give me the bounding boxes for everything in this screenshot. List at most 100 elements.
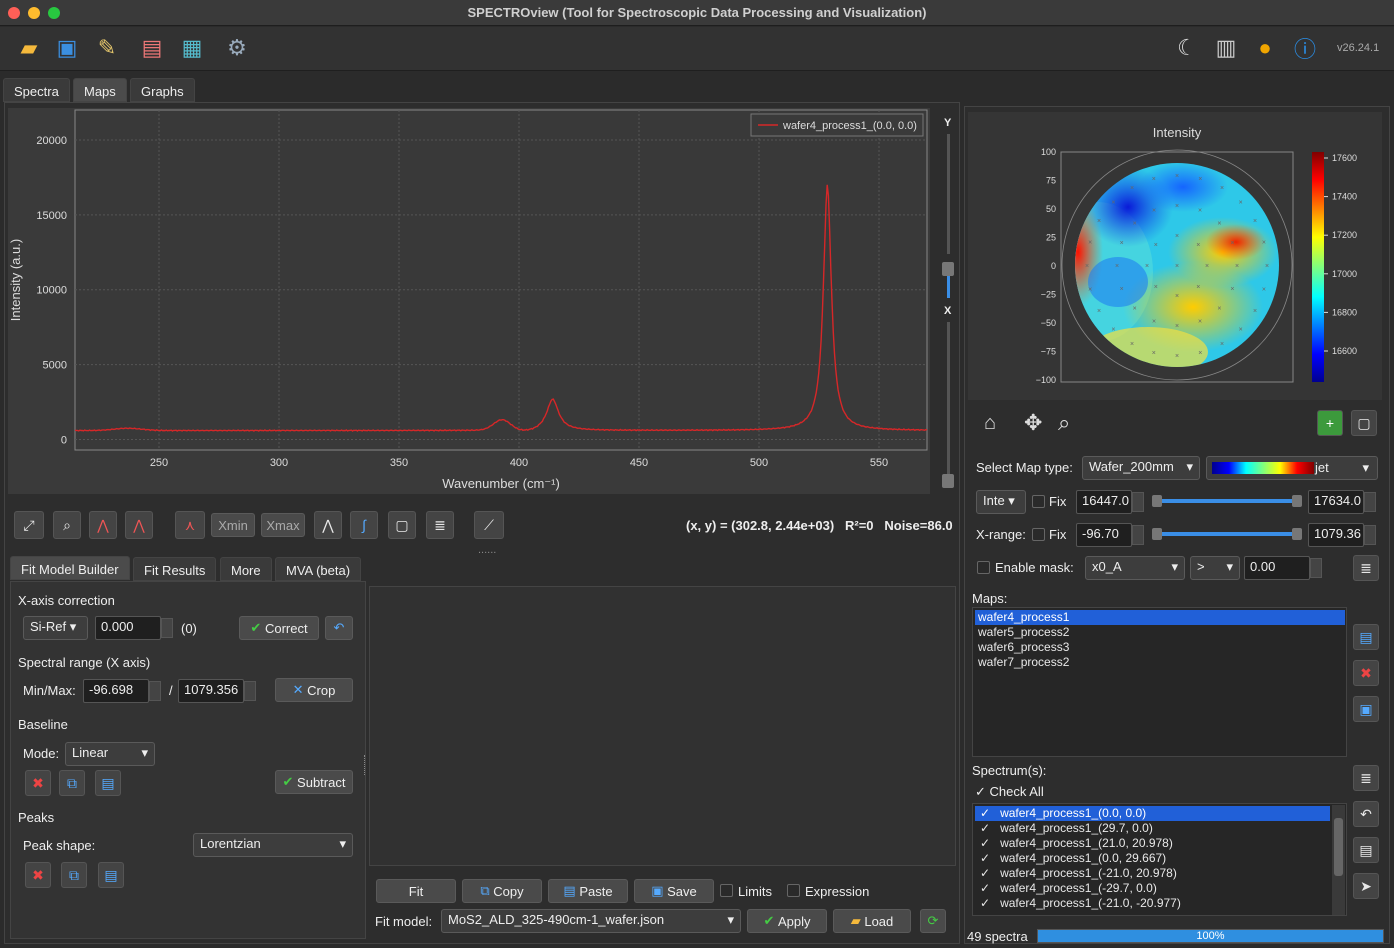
tab-more[interactable]: More [220,557,272,581]
tab-fit-model-builder[interactable]: Fit Model Builder [10,556,130,580]
vmax-input[interactable]: 17634.0 [1308,490,1364,514]
save-map-icon[interactable]: ▣ [1353,696,1379,722]
spectrum-row[interactable]: ✓ wafer4_process1_(-21.0, -20.977) [980,896,1181,910]
derivative-icon[interactable]: ∫ [350,511,378,539]
range-max-input[interactable]: 1079.356 [178,679,244,703]
paste-peaks-icon[interactable]: ▤ [98,862,124,888]
view-map-icon[interactable]: ▤ [1353,624,1379,650]
send-icon[interactable]: ➤ [1353,873,1379,899]
xrange-min-input[interactable]: -96.70 [1076,523,1132,547]
mask-parameter-select[interactable]: x0_A ▾ [1085,556,1185,580]
colormap-select[interactable]: jet ▾ [1206,456,1378,480]
range-min-input[interactable]: -96.698 [83,679,149,703]
xrange-min-spinner[interactable] [1132,525,1144,545]
tab-fit-results[interactable]: Fit Results [133,557,217,581]
grid-tools-icon[interactable]: ▦ [177,33,207,63]
export-spectra-icon[interactable]: ▤ [1353,837,1379,863]
spectrum-list-icon[interactable]: ≣ [1353,765,1379,791]
home-icon[interactable]: ⌂ [984,412,996,435]
xrange-min-handle[interactable] [1152,528,1162,540]
mask-operator-select[interactable]: > ▾ [1190,556,1240,580]
parameter-select[interactable]: Inte ▾ [976,490,1026,514]
copy-baseline-icon[interactable]: ⧉ [59,770,85,796]
manual-icon[interactable]: ▥ [1211,33,1241,63]
add-peak-icon[interactable]: ⋀ [125,511,153,539]
value-range-slider[interactable] [1156,499,1298,503]
maps-list-item[interactable]: wafer7_process2 [978,655,1069,669]
peak-fit-icon[interactable]: ⋀ [89,511,117,539]
zoom-map-icon[interactable]: ⌕ [1058,410,1070,436]
xrange-slider[interactable] [1156,532,1298,536]
expression-checkbox[interactable] [787,884,800,897]
report-icon[interactable]: ▤ [137,33,167,63]
zoom-icon[interactable]: ⌕ [53,511,81,539]
baseline-icon[interactable]: ⋏ [175,511,205,539]
vmin-spinner[interactable] [1132,492,1144,512]
map-type-select[interactable]: Wafer_200mm ▾ [1082,456,1200,480]
limits-checkbox[interactable] [720,884,733,897]
spectrum-row[interactable]: ✓ wafer4_process1_(0.0, 29.667) [980,851,1166,865]
range-min-spinner[interactable] [149,681,161,701]
maps-list-item[interactable]: wafer6_process3 [978,640,1069,654]
range-max-spinner[interactable] [244,681,256,701]
spectrum-row[interactable]: ✓ wafer4_process1_(-21.0, 20.978) [980,866,1177,880]
fit-model-select[interactable]: MoS2_ALD_325-490cm-1_wafer.json ▾ [441,909,741,933]
check-all-toggle[interactable]: ✓ Check All [975,784,1044,800]
copy-button[interactable]: ⧉ Copy [462,879,542,903]
undo-correction-icon[interactable]: ↶ [325,616,353,640]
open-folder-icon[interactable]: ▰ [14,33,44,63]
list-options-icon[interactable]: ≣ [426,511,454,539]
spectrum-plot[interactable]: Intensity (a.u.) Wavenumber (cm⁻¹) 20000… [8,108,930,494]
x-slider-handle[interactable] [942,474,954,488]
github-icon[interactable]: ● [1250,33,1280,63]
vmax-spinner[interactable] [1364,492,1376,512]
pan-icon[interactable]: ✥ [1024,410,1042,436]
splitter-handle[interactable] [364,755,367,775]
fix-range-checkbox[interactable] [1032,495,1045,508]
expand-icon[interactable]: ⤢ [14,511,44,539]
maps-list-item[interactable]: wafer4_process1 [975,610,1345,625]
peak-shape-select[interactable]: Lorentzian ▾ [193,833,353,857]
xrange-max-handle[interactable] [1292,528,1302,540]
revert-icon[interactable]: ↶ [1353,801,1379,827]
tab-spectra[interactable]: Spectra [3,78,70,102]
spectrum-row[interactable]: ✓ wafer4_process1_(-29.7, 0.0) [980,881,1157,895]
reference-select[interactable]: Si-Ref ▾ [23,616,88,640]
peak-shape-icon[interactable]: ⋀ [314,511,342,539]
tab-graphs[interactable]: Graphs [130,78,195,102]
correction-value-input[interactable]: 0.000 [95,616,161,640]
copy-figure-icon[interactable]: ▢ [388,511,416,539]
load-button[interactable]: ▰ Load [833,909,911,933]
apply-button[interactable]: ✔ Apply [747,909,827,933]
tab-maps[interactable]: Maps [73,78,127,102]
enable-mask-checkbox[interactable] [977,561,990,574]
vmin-handle[interactable] [1152,495,1162,507]
xrange-max-spinner[interactable] [1364,525,1376,545]
delete-baseline-icon[interactable]: ✖ [25,770,51,796]
x-slider-track[interactable] [947,322,950,474]
fit-button[interactable]: Fit [376,879,456,903]
vmin-input[interactable]: 16447.0 [1076,490,1132,514]
delete-map-icon[interactable]: ✖ [1353,660,1379,686]
spectrum-row[interactable]: ✓ wafer4_process1_(0.0, 0.0) [975,806,1330,821]
clear-brush-icon[interactable]: ✎ [92,33,122,63]
spectrum-row[interactable]: ✓ wafer4_process1_(21.0, 20.978) [980,836,1173,850]
fix-xrange-checkbox[interactable] [1032,528,1045,541]
paste-baseline-icon[interactable]: ▤ [95,770,121,796]
vmax-handle[interactable] [1292,495,1302,507]
correction-spinner[interactable] [161,618,173,638]
mask-value-spinner[interactable] [1310,558,1322,578]
info-icon[interactable]: ⓘ [1290,33,1320,63]
add-plot-icon[interactable]: + [1317,410,1343,436]
resize-handle[interactable]: ...... [478,544,496,556]
tab-mva[interactable]: MVA (beta) [275,557,362,581]
refresh-icon[interactable]: ⟳ [920,909,946,933]
delete-peaks-icon[interactable]: ✖ [25,862,51,888]
copy-peaks-icon[interactable]: ⧉ [61,862,87,888]
copy-map-icon[interactable]: ▢ [1351,410,1377,436]
paste-button[interactable]: ▤ Paste [548,879,628,903]
save-icon[interactable]: ▣ [52,33,82,63]
y-slider-handle[interactable] [942,262,954,276]
subtract-button[interactable]: ✔ Subtract [275,770,353,794]
theme-toggle-icon[interactable]: ☾ [1172,33,1202,63]
